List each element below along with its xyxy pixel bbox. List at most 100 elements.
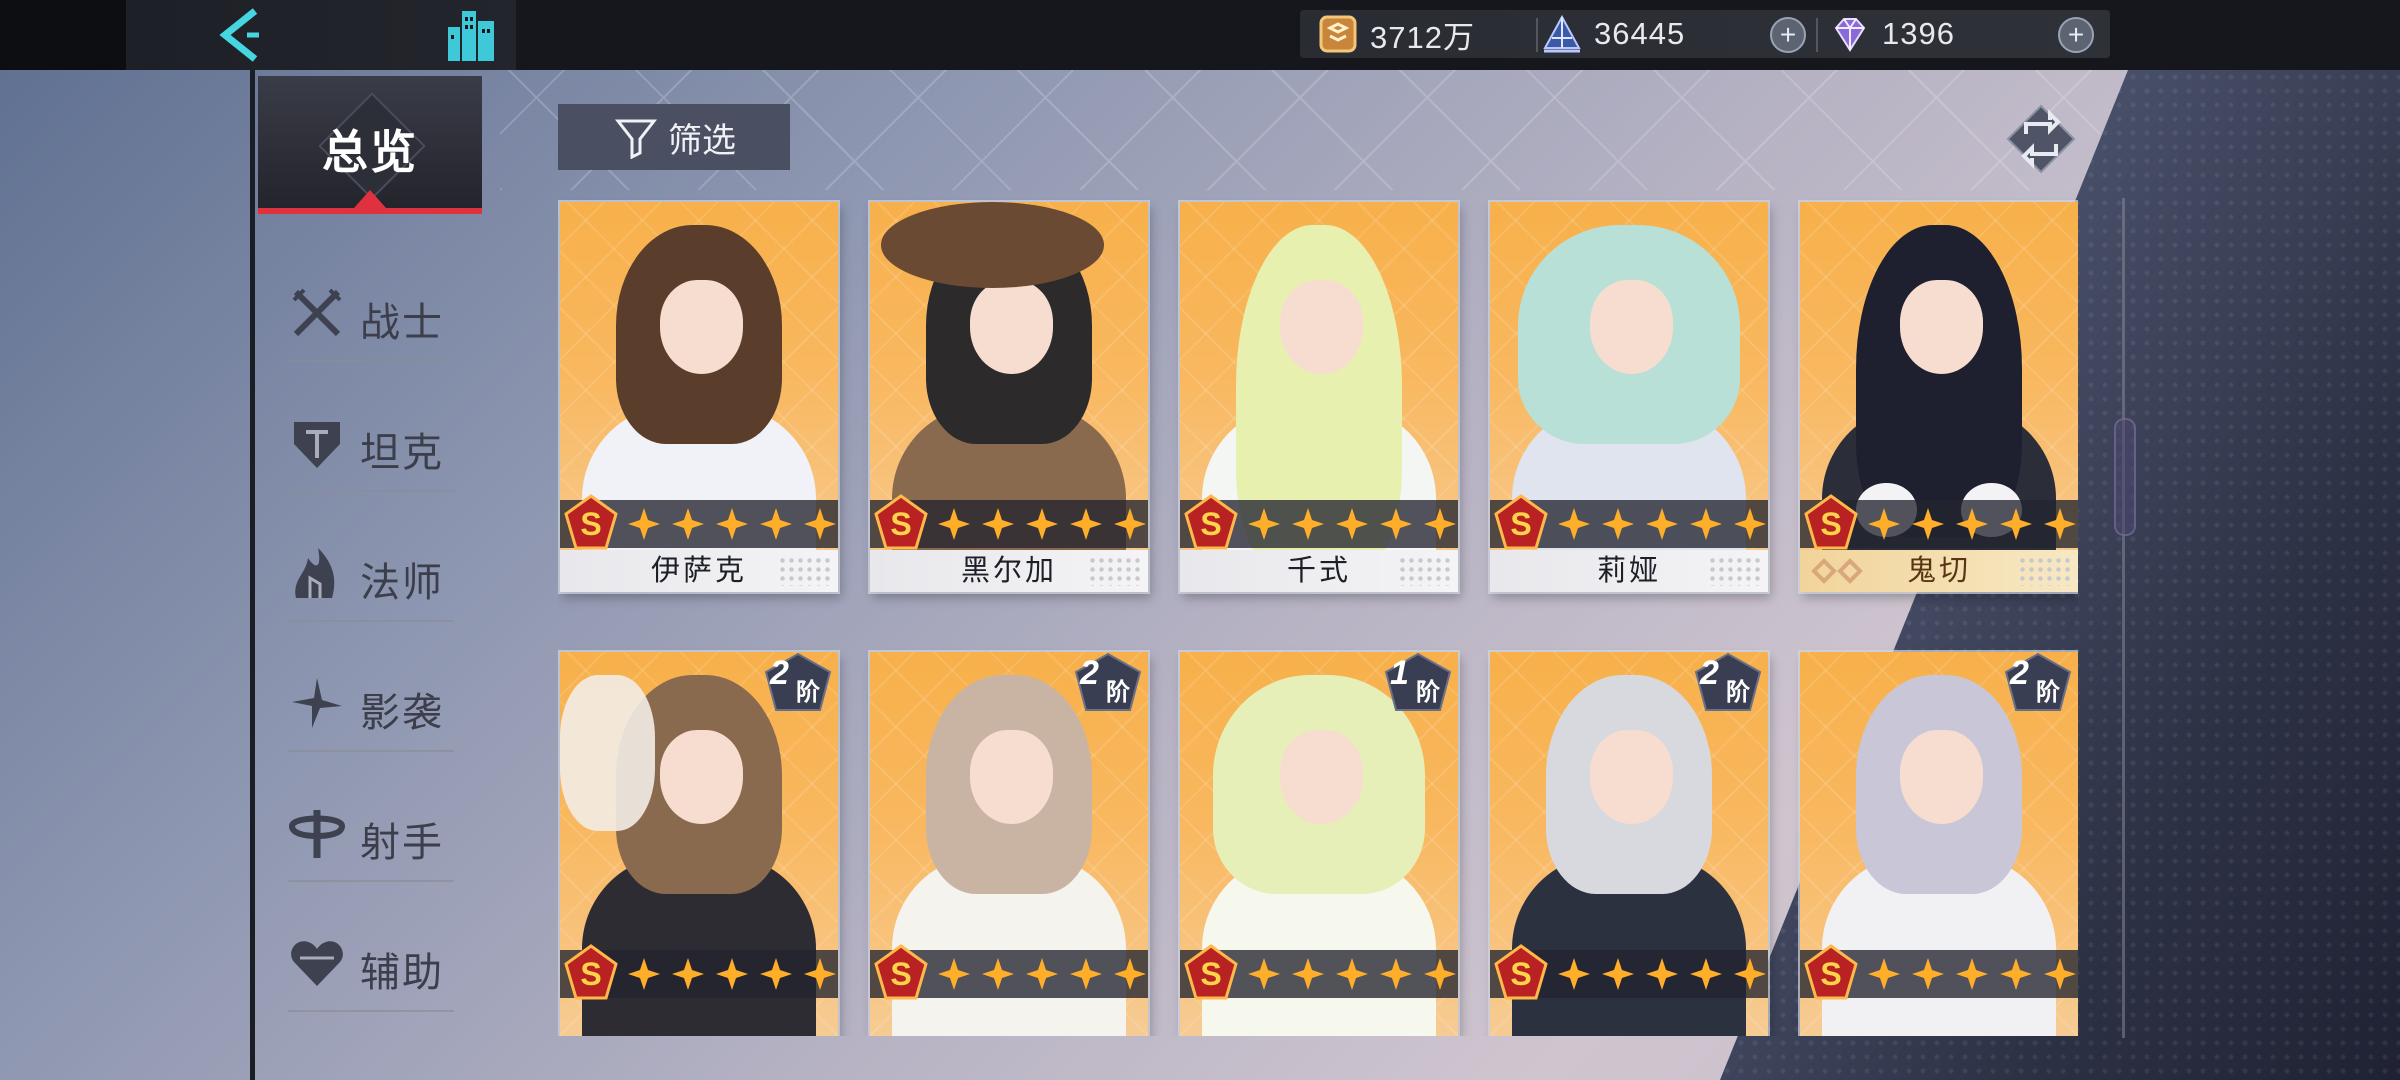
- star-icon: [938, 508, 970, 540]
- sidebar-item-rule: [288, 620, 454, 622]
- filter-button[interactable]: 筛选: [558, 104, 790, 170]
- grade-letter: S: [1510, 506, 1531, 542]
- sidebar-item-mage[interactable]: 法师: [288, 526, 454, 622]
- star-rating: [936, 956, 1148, 992]
- star-icon: [2000, 958, 2032, 990]
- star-icon: [1646, 958, 1678, 990]
- hero-card[interactable]: S 伊萨克: [560, 202, 838, 592]
- hero-card[interactable]: S 黑尔加: [870, 202, 1148, 592]
- star-icon: [1912, 508, 1944, 540]
- crossed-swords-icon: [292, 288, 342, 337]
- sidebar-item-label: 辅助: [360, 951, 444, 995]
- hero-card[interactable]: S 鬼切: [1800, 202, 2078, 592]
- star-icon: [1336, 958, 1368, 990]
- top-bar-left-strip: [0, 0, 126, 70]
- star-icon: [716, 508, 748, 540]
- tab-active-underline: [258, 208, 482, 214]
- hero-name-plate: 伊萨克: [560, 550, 838, 592]
- hero-name: 千式: [1286, 555, 1351, 587]
- hero-card[interactable]: 2 阶 S: [560, 652, 838, 1036]
- star-icon: [1248, 508, 1280, 540]
- star-icon: [1734, 958, 1766, 990]
- star-rating: [1246, 956, 1458, 992]
- shuriken-icon: [292, 678, 342, 728]
- rank-badge: 2 阶: [2004, 652, 2072, 712]
- hero-name-plate: 鬼切: [1800, 550, 2078, 592]
- star-icon: [1380, 958, 1412, 990]
- grade-letter: S: [1820, 506, 1841, 542]
- swap-view-button[interactable]: [2006, 104, 2076, 174]
- star-icon: [1114, 958, 1146, 990]
- plate-dots: [1398, 556, 1452, 586]
- hero-name-plate: 莉娅: [1490, 550, 1768, 592]
- star-icon: [1248, 958, 1280, 990]
- bond-link-icon: [1811, 558, 1863, 584]
- star-icon: [1912, 958, 1944, 990]
- resource-diamond: 1396: [1830, 10, 1955, 58]
- grade-letter: S: [1820, 956, 1841, 992]
- star-icon: [1424, 958, 1456, 990]
- grade-s-badge: S: [1494, 944, 1548, 1000]
- star-rating: [1556, 956, 1768, 992]
- rank-suffix: 阶: [1416, 679, 1440, 706]
- grade-s-badge: S: [564, 494, 618, 550]
- hero-card[interactable]: S 千式: [1180, 202, 1458, 592]
- hero-card[interactable]: 2 阶 S: [1490, 652, 1768, 1036]
- star-icon: [804, 958, 836, 990]
- rank-badge: 2 阶: [1074, 652, 1142, 712]
- grade-letter: S: [1200, 956, 1221, 992]
- tab-overview-label: 总览: [322, 126, 418, 178]
- add-diamond-button[interactable]: +: [2058, 17, 2094, 53]
- back-button[interactable]: [208, 4, 270, 66]
- hero-card[interactable]: 2 阶 S: [870, 652, 1148, 1036]
- rank-number: 2: [1700, 654, 1719, 692]
- grade-letter: S: [1510, 956, 1531, 992]
- hero-card[interactable]: S 莉娅: [1490, 202, 1768, 592]
- hero-card[interactable]: 1 阶 S: [1180, 652, 1458, 1036]
- sidebar-item-rule: [288, 750, 454, 752]
- grade-s-badge: S: [874, 944, 928, 1000]
- heart-icon: [291, 941, 343, 986]
- star-icon: [1292, 508, 1324, 540]
- grade-s-badge: S: [1184, 944, 1238, 1000]
- star-icon: [716, 958, 748, 990]
- sidebar-item-rule: [288, 490, 454, 492]
- star-icon: [1646, 508, 1678, 540]
- scrollbar-track[interactable]: [2122, 198, 2125, 1038]
- rank-number: 2: [770, 654, 789, 692]
- hero-name: 伊萨克: [650, 555, 747, 587]
- rank-number: 2: [2010, 654, 2029, 692]
- star-icon: [2000, 508, 2032, 540]
- star-icon: [760, 958, 792, 990]
- sidebar-item-support[interactable]: 辅助: [288, 916, 454, 1012]
- crosshair-icon: [288, 810, 346, 858]
- rank-badge: 2 阶: [1694, 652, 1762, 712]
- shield-icon: [294, 422, 340, 468]
- star-icon: [628, 508, 660, 540]
- rank-number: 1: [1390, 654, 1409, 692]
- hero-name: 黑尔加: [960, 555, 1057, 587]
- star-icon: [672, 508, 704, 540]
- hero-name: 莉娅: [1596, 555, 1661, 587]
- sidebar-item-label: 坦克: [360, 431, 444, 475]
- add-stamina-button[interactable]: +: [1770, 17, 1806, 53]
- gold-coin-icon: [1318, 14, 1358, 54]
- sidebar-item-assassin[interactable]: 影袭: [288, 656, 454, 752]
- grade-s-badge: S: [1804, 494, 1858, 550]
- star-rating: [1556, 506, 1768, 542]
- sidebar-item-warrior[interactable]: 战士: [288, 266, 454, 362]
- home-button[interactable]: [440, 4, 502, 66]
- star-icon: [1602, 958, 1634, 990]
- sidebar-item-tank[interactable]: 坦克: [288, 396, 454, 492]
- hero-name-plate: 黑尔加: [870, 550, 1148, 592]
- star-icon: [982, 958, 1014, 990]
- grade-s-badge: S: [1184, 494, 1238, 550]
- star-icon: [1070, 958, 1102, 990]
- rank-number: 2: [1080, 654, 1099, 692]
- grade-s-badge: S: [1494, 494, 1548, 550]
- hero-card[interactable]: 2 阶 S: [1800, 652, 2078, 1036]
- sidebar-item-marksman[interactable]: 射手: [288, 786, 454, 882]
- tab-overview[interactable]: 总览: [258, 76, 482, 214]
- scrollbar-thumb[interactable]: [2114, 418, 2136, 536]
- sidebar-item-label: 射手: [360, 821, 444, 865]
